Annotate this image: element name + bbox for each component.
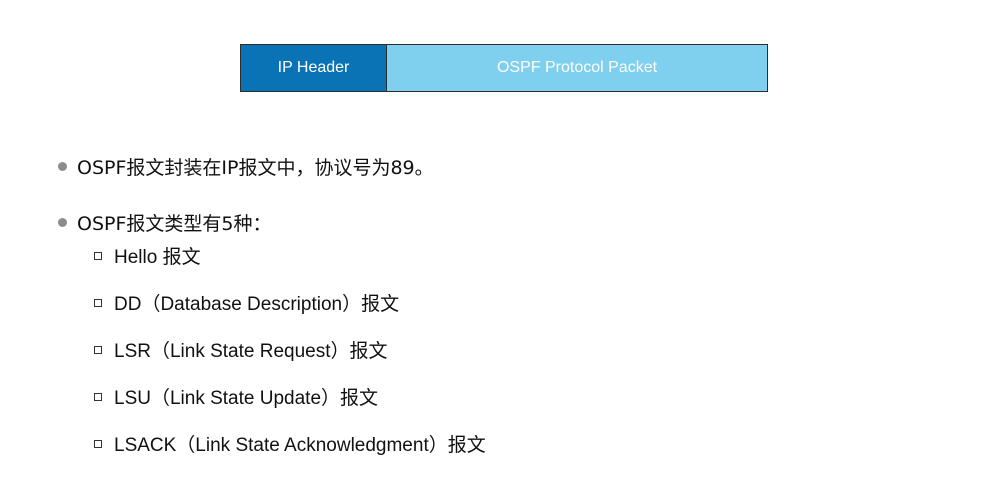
square-bullet-icon: [94, 298, 102, 307]
list-item-text: Hello 报文: [114, 247, 201, 268]
bullet-dot-icon: [58, 161, 67, 171]
bullet-dot-icon: [58, 217, 67, 227]
list-item-text: DD（Database Description）报文: [114, 294, 400, 315]
list-item-lsu: LSU（Link State Update）报文: [94, 373, 486, 420]
packet-type-list: Hello 报文 DD（Database Description）报文 LSR（…: [94, 232, 486, 467]
ospf-packet-segment: OSPF Protocol Packet: [387, 45, 767, 91]
bullet-encapsulation: OSPF报文封装在IP报文中，协议号为89。: [58, 138, 434, 194]
list-item-text: LSR（Link State Request）报文: [114, 341, 388, 362]
square-bullet-icon: [94, 251, 102, 260]
bullet-text: OSPF报文封装在IP报文中，协议号为89。: [77, 156, 434, 179]
ospf-packet-label: OSPF Protocol Packet: [496, 59, 658, 76]
list-item-lsack: LSACK（Link State Acknowledgment）报文: [94, 420, 486, 467]
square-bullet-icon: [94, 439, 102, 448]
ip-header-segment: IP Header: [241, 45, 387, 91]
list-item-hello: Hello 报文: [94, 232, 486, 279]
ip-header-label: IP Header: [277, 59, 350, 76]
list-item-text: LSACK（Link State Acknowledgment）报文: [114, 435, 486, 456]
square-bullet-icon: [94, 345, 102, 354]
list-item-lsr: LSR（Link State Request）报文: [94, 326, 486, 373]
list-item-dd: DD（Database Description）报文: [94, 279, 486, 326]
list-item-text: LSU（Link State Update）报文: [114, 388, 379, 409]
square-bullet-icon: [94, 392, 102, 401]
packet-diagram: IP Header OSPF Protocol Packet: [240, 44, 768, 92]
